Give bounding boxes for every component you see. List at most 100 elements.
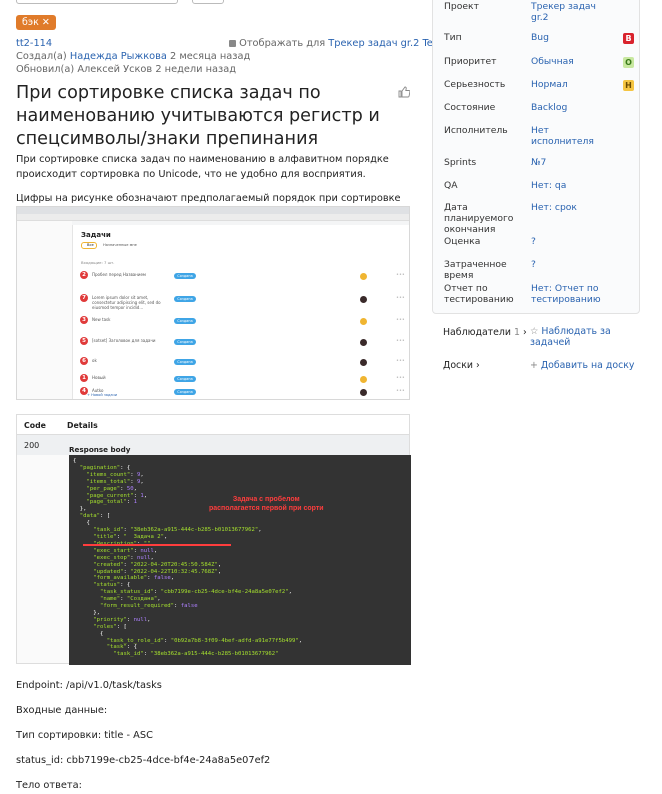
input-label: Входные данные: bbox=[16, 705, 108, 716]
chevron-right-icon: › bbox=[475, 360, 480, 371]
boards-toggle[interactable]: Доски › bbox=[443, 360, 480, 371]
order-number: 7 bbox=[80, 294, 88, 302]
field-tag-icon: O bbox=[623, 57, 634, 68]
updated-ago: 2 недели назад bbox=[155, 64, 237, 75]
tab-assigned[interactable]: Назначенные мне bbox=[103, 243, 137, 247]
star-icon: ☆ bbox=[530, 326, 539, 337]
watchers-count: 1 bbox=[514, 327, 520, 338]
order-number: 6 bbox=[80, 357, 88, 365]
field-tag-icon: H bbox=[623, 80, 634, 91]
boards-label: Доски bbox=[443, 360, 473, 371]
more-icon[interactable]: ••• bbox=[396, 358, 405, 364]
field-value[interactable]: ? bbox=[531, 259, 611, 270]
task-row[interactable]: 3 New task Создана ••• bbox=[78, 315, 409, 329]
order-number: 3 bbox=[80, 316, 88, 324]
field-label: Дата планируемого окончания bbox=[444, 202, 514, 235]
issue-key[interactable]: tt2-114 bbox=[16, 38, 52, 49]
field-value[interactable]: Обычная bbox=[531, 56, 611, 67]
field-value[interactable]: №7 bbox=[531, 157, 611, 168]
task-row[interactable]: 7 Lorem ipsum dolor sit amet, consectetur… bbox=[78, 293, 409, 310]
field-tag-icon: B bbox=[623, 33, 634, 44]
status-pill: Создана bbox=[174, 359, 196, 365]
more-icon[interactable]: ••• bbox=[396, 272, 405, 278]
issue-title: При сортировке списка задач по наименова… bbox=[16, 83, 380, 149]
visibility[interactable]: Отображать для Трекер задач gr.2 Team ▾ bbox=[229, 37, 456, 50]
task-row[interactable]: 1 Новый Создана ••• bbox=[78, 373, 409, 387]
more-icon[interactable]: ••• bbox=[396, 295, 405, 301]
field-label: Sprints bbox=[444, 157, 477, 168]
task-title: Пробел перед Названием bbox=[92, 272, 146, 277]
toolbar-buttons[interactable] bbox=[16, 0, 178, 4]
browser-address-bar bbox=[17, 214, 409, 221]
author-link[interactable]: Надежда Рыжкова bbox=[70, 51, 167, 62]
response-body-heading: Тело ответа: bbox=[16, 780, 82, 791]
description-note: Цифры на рисунке обозначают предполагаем… bbox=[16, 193, 401, 204]
watchers-label: Наблюдатели bbox=[443, 327, 512, 338]
field-value[interactable]: Backlog bbox=[531, 102, 611, 113]
new-task-link[interactable]: + Новой задачи bbox=[87, 393, 117, 397]
updated-prefix: Обновил(а) bbox=[16, 64, 75, 75]
task-title: Новый bbox=[92, 375, 106, 380]
task-row[interactable]: 6 ok Создана ••• bbox=[78, 356, 409, 370]
field-label: Серьезность bbox=[444, 79, 506, 90]
label-badge[interactable]: бэк ✕ bbox=[16, 15, 56, 30]
api-header: Code Details bbox=[17, 415, 409, 435]
field-value[interactable]: Нет: срок bbox=[531, 202, 611, 213]
col-code: Code bbox=[24, 421, 46, 430]
plus-icon: + bbox=[530, 360, 538, 371]
created-ago: 2 месяца назад bbox=[170, 51, 251, 62]
annotation-text: Задача с пробелом располагается первой п… bbox=[209, 496, 324, 512]
more-icon[interactable]: ••• bbox=[396, 338, 405, 344]
more-icon[interactable]: ••• bbox=[396, 317, 405, 323]
field-value[interactable]: Трекер задач gr.2 bbox=[531, 1, 611, 23]
lock-icon bbox=[229, 40, 236, 47]
watch-label: Наблюдать за задачей bbox=[530, 326, 611, 348]
annotation-underline bbox=[83, 544, 231, 546]
tasks-panel: Задачи Все Назначенные мне Входящие: 7 ш… bbox=[72, 225, 409, 399]
response-code: 200 bbox=[24, 441, 40, 450]
status-pill: Создана bbox=[174, 273, 196, 279]
assignee-avatar bbox=[360, 359, 367, 366]
order-number: 5 bbox=[80, 337, 88, 345]
field-label: Затраченное время bbox=[444, 259, 507, 281]
chevron-right-icon: › bbox=[522, 327, 527, 338]
assignee-avatar bbox=[360, 339, 367, 346]
task-row[interactable]: 4 Autko Создана ••• bbox=[78, 386, 409, 399]
task-row[interactable]: 2 Пробел перед Названием Создана ••• bbox=[78, 270, 409, 284]
field-value[interactable]: Bug bbox=[531, 32, 611, 43]
browser-tabs bbox=[17, 207, 409, 214]
order-number: 2 bbox=[80, 271, 88, 279]
endpoint-text: Endpoint: /api/v1.0/task/tasks bbox=[16, 680, 162, 691]
watch-button[interactable]: ☆ Наблюдать за задачей bbox=[530, 326, 640, 348]
add-to-board-button[interactable]: + Добавить на доску bbox=[530, 360, 634, 371]
assignee-avatar bbox=[360, 318, 367, 325]
field-value[interactable]: ? bbox=[531, 236, 611, 247]
api-response: Code Details 200 Response body { "pagina… bbox=[16, 414, 411, 665]
field-label: Приоритет bbox=[444, 56, 497, 67]
field-label: Оценка bbox=[444, 236, 481, 247]
properties-panel: Проект Трекер задач gr.2 Тип Bug B Приоритет О… bbox=[432, 0, 640, 314]
description-paragraph: При сортировке списка задач по наименова… bbox=[16, 154, 389, 180]
attached-screenshot[interactable]: Задачи Все Назначенные мне Входящие: 7 ш… bbox=[16, 206, 410, 400]
tab-all[interactable]: Все bbox=[81, 242, 97, 249]
assignee-avatar bbox=[360, 389, 367, 396]
col-details: Details bbox=[67, 421, 98, 430]
field-value[interactable]: Нет исполнителя bbox=[531, 125, 611, 147]
task-row[interactable]: 5 [sotset] Заголовок для задачи Создана ••• bbox=[78, 336, 409, 350]
more-icon[interactable]: ••• bbox=[396, 375, 405, 381]
thumbs-up-icon[interactable] bbox=[398, 86, 410, 98]
field-label: Тип bbox=[444, 32, 462, 43]
field-value[interactable]: Нет: qa bbox=[531, 180, 611, 191]
field-value[interactable]: Нормал bbox=[531, 79, 611, 90]
created-prefix: Создал(а) bbox=[16, 51, 67, 62]
toolbar-button-extra[interactable] bbox=[192, 0, 224, 4]
response-body-label: Response body bbox=[69, 445, 131, 454]
field-value[interactable]: Нет: Отчет по тестированию bbox=[531, 283, 611, 305]
status-pill: Создана bbox=[174, 339, 196, 345]
watchers-toggle[interactable]: Наблюдатели 1 › bbox=[443, 327, 527, 338]
more-icon[interactable]: ••• bbox=[396, 388, 405, 394]
visibility-prefix: Отображать для bbox=[239, 38, 326, 49]
app-sidebar bbox=[17, 221, 72, 399]
assignee-avatar bbox=[360, 296, 367, 303]
tasks-heading: Задачи bbox=[81, 231, 111, 239]
